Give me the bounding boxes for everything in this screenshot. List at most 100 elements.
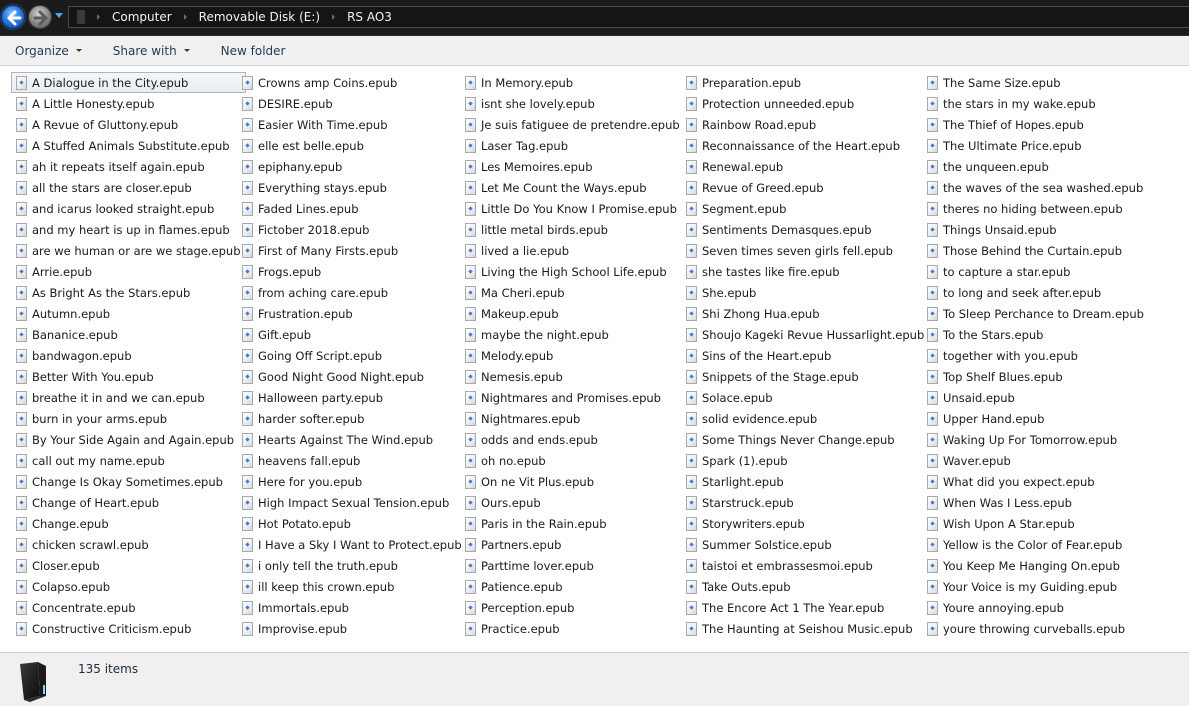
file-item[interactable]: Nemesis.epub [460,366,685,387]
file-item[interactable]: Melody.epub [460,345,685,366]
file-item[interactable]: The Thief of Hopes.epub [922,114,1149,135]
file-item[interactable]: bandwagon.epub [11,345,246,366]
file-item[interactable]: Summer Solstice.epub [681,534,929,555]
file-item[interactable]: Change Is Okay Sometimes.epub [11,471,246,492]
file-item[interactable]: Better With You.epub [11,366,246,387]
file-item[interactable]: ah it repeats itself again.epub [11,156,246,177]
file-item[interactable]: Parttime lover.epub [460,555,685,576]
file-item[interactable]: What did you expect.epub [922,471,1149,492]
file-item[interactable]: The Same Size.epub [922,72,1149,93]
file-item[interactable]: Concentrate.epub [11,597,246,618]
file-item[interactable]: When Was I Less.epub [922,492,1149,513]
file-item[interactable]: DESIRE.epub [237,93,467,114]
file-item[interactable]: Storywriters.epub [681,513,929,534]
breadcrumb-computer[interactable]: Computer [112,10,172,24]
file-item[interactable]: Preparation.epub [681,72,929,93]
file-item[interactable]: Yellow is the Color of Fear.epub [922,534,1149,555]
file-item[interactable]: Waking Up For Tomorrow.epub [922,429,1149,450]
file-item[interactable]: the stars in my wake.epub [922,93,1149,114]
file-item[interactable]: Starstruck.epub [681,492,929,513]
file-item[interactable]: Sins of the Heart.epub [681,345,929,366]
file-item[interactable]: Seven times seven girls fell.epub [681,240,929,261]
file-item[interactable]: solid evidence.epub [681,408,929,429]
file-item[interactable]: Waver.epub [922,450,1149,471]
file-item[interactable]: chicken scrawl.epub [11,534,246,555]
file-item[interactable]: First of Many Firsts.epub [237,240,467,261]
file-item[interactable]: Reconnaissance of the Heart.epub [681,135,929,156]
file-item[interactable]: Change of Heart.epub [11,492,246,513]
file-item[interactable]: Shi Zhong Hua.epub [681,303,929,324]
file-item[interactable]: little metal birds.epub [460,219,685,240]
file-list[interactable]: A Dialogue in the City.epub A Little Hone… [0,67,1189,652]
file-item[interactable]: call out my name.epub [11,450,246,471]
file-item[interactable]: isnt she lovely.epub [460,93,685,114]
file-item[interactable]: Things Unsaid.epub [922,219,1149,240]
file-item[interactable]: Perception.epub [460,597,685,618]
file-item[interactable]: Revue of Greed.epub [681,177,929,198]
file-item[interactable]: Halloween party.epub [237,387,467,408]
file-item[interactable]: Laser Tag.epub [460,135,685,156]
file-item[interactable]: youre throwing curveballs.epub [922,618,1149,639]
file-item[interactable]: Segment.epub [681,198,929,219]
file-item[interactable]: elle est belle.epub [237,135,467,156]
file-item[interactable]: Renewal.epub [681,156,929,177]
file-item[interactable]: theres no hiding between.epub [922,198,1149,219]
file-item[interactable]: Rainbow Road.epub [681,114,929,135]
file-item[interactable]: heavens fall.epub [237,450,467,471]
file-item[interactable]: Immortals.epub [237,597,467,618]
back-button[interactable] [1,5,25,29]
file-item[interactable]: Your Voice is my Guiding.epub [922,576,1149,597]
file-item[interactable]: Here for you.epub [237,471,467,492]
file-item[interactable]: Ours.epub [460,492,685,513]
new-folder-button[interactable]: New folder [221,36,286,65]
file-item[interactable]: As Bright As the Stars.epub [11,282,246,303]
file-item[interactable]: Some Things Never Change.epub [681,429,929,450]
file-item[interactable]: Practice.epub [460,618,685,639]
file-item[interactable]: Living the High School Life.epub [460,261,685,282]
breadcrumb-separator-icon[interactable] [183,14,187,20]
file-item[interactable]: maybe the night.epub [460,324,685,345]
file-item[interactable]: A Revue of Gluttony.epub [11,114,246,135]
file-item[interactable]: Nightmares and Promises.epub [460,387,685,408]
file-item[interactable]: odds and ends.epub [460,429,685,450]
file-item[interactable]: Partners.epub [460,534,685,555]
file-item[interactable]: Protection unneeded.epub [681,93,929,114]
file-item[interactable]: Change.epub [11,513,246,534]
file-item[interactable]: Let Me Count the Ways.epub [460,177,685,198]
file-item[interactable]: are we human or are we stage.epub [11,240,246,261]
file-item[interactable]: Closer.epub [11,555,246,576]
file-item[interactable]: You Keep Me Hanging On.epub [922,555,1149,576]
file-item[interactable]: Autumn.epub [11,303,246,324]
file-item[interactable]: A Dialogue in the City.epub [11,72,246,93]
file-item[interactable]: breathe it in and we can.epub [11,387,246,408]
file-item[interactable]: Crowns amp Coins.epub [237,72,467,93]
file-item[interactable]: Fictober 2018.epub [237,219,467,240]
file-item[interactable]: Good Night Good Night.epub [237,366,467,387]
file-item[interactable]: Les Memoires.epub [460,156,685,177]
file-item[interactable]: Upper Hand.epub [922,408,1149,429]
file-item[interactable]: Unsaid.epub [922,387,1149,408]
file-item[interactable]: all the stars are closer.epub [11,177,246,198]
file-item[interactable]: Little Do You Know I Promise.epub [460,198,685,219]
file-item[interactable]: Constructive Criticism.epub [11,618,246,639]
file-item[interactable]: In Memory.epub [460,72,685,93]
file-item[interactable]: Easier With Time.epub [237,114,467,135]
file-item[interactable]: Je suis fatiguee de pretendre.epub [460,114,685,135]
file-item[interactable]: oh no.epub [460,450,685,471]
forward-button[interactable] [28,5,52,29]
file-item[interactable]: Top Shelf Blues.epub [922,366,1149,387]
file-item[interactable]: By Your Side Again and Again.epub [11,429,246,450]
file-item[interactable]: burn in your arms.epub [11,408,246,429]
file-item[interactable]: Faded Lines.epub [237,198,467,219]
file-item[interactable]: and my heart is up in flames.epub [11,219,246,240]
file-item[interactable]: Gift.epub [237,324,467,345]
file-item[interactable]: Solace.epub [681,387,929,408]
file-item[interactable]: lived a lie.epub [460,240,685,261]
file-item[interactable]: High Impact Sexual Tension.epub [237,492,467,513]
file-item[interactable]: Frogs.epub [237,261,467,282]
file-item[interactable]: Bananice.epub [11,324,246,345]
file-item[interactable]: A Little Honesty.epub [11,93,246,114]
address-bar[interactable]: Computer Removable Disk (E:) RS AO3 [68,6,1189,28]
file-item[interactable]: On ne Vit Plus.epub [460,471,685,492]
file-item[interactable]: Those Behind the Curtain.epub [922,240,1149,261]
